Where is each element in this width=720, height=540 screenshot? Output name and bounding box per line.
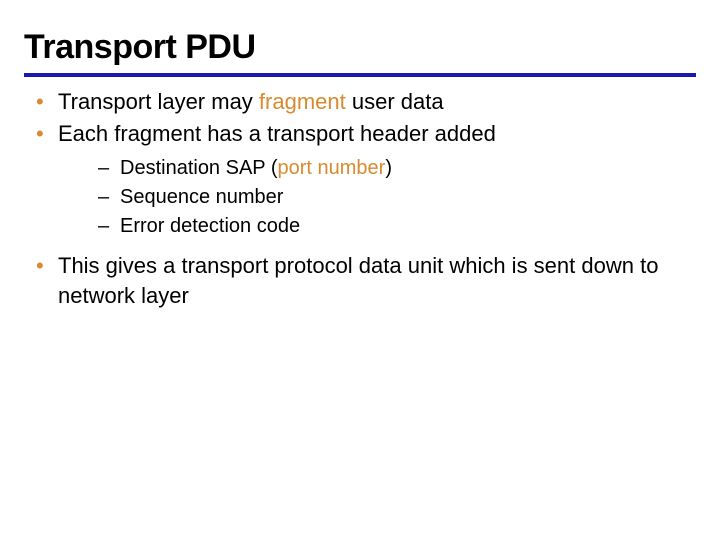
sub-text-highlight: port number xyxy=(278,157,386,179)
sub-item: Sequence number xyxy=(58,183,696,212)
sub-text-post: ) xyxy=(385,157,392,179)
bullet-item: Transport layer may fragment user data xyxy=(24,87,696,117)
sub-text: Sequence number xyxy=(120,186,283,208)
bullet-text: This gives a transport protocol data uni… xyxy=(58,253,658,308)
sub-text: Error detection code xyxy=(120,215,300,237)
sub-item: Destination SAP (port number) xyxy=(58,154,696,183)
slide-title: Transport PDU xyxy=(24,28,696,77)
slide: Transport PDU Transport layer may fragme… xyxy=(0,0,720,337)
sub-list: Destination SAP (port number) Sequence n… xyxy=(58,154,696,241)
bullet-text-post: user data xyxy=(346,89,444,114)
sub-text-pre: Destination SAP ( xyxy=(120,157,278,179)
bullet-item: This gives a transport protocol data uni… xyxy=(24,251,696,310)
sub-item: Error detection code xyxy=(58,212,696,241)
bullet-text-pre: Transport layer may xyxy=(58,89,259,114)
bullet-text: Each fragment has a transport header add… xyxy=(58,121,496,146)
bullet-text-highlight: fragment xyxy=(259,89,346,114)
bullet-list: Transport layer may fragment user data E… xyxy=(24,87,696,311)
bullet-item: Each fragment has a transport header add… xyxy=(24,119,696,242)
